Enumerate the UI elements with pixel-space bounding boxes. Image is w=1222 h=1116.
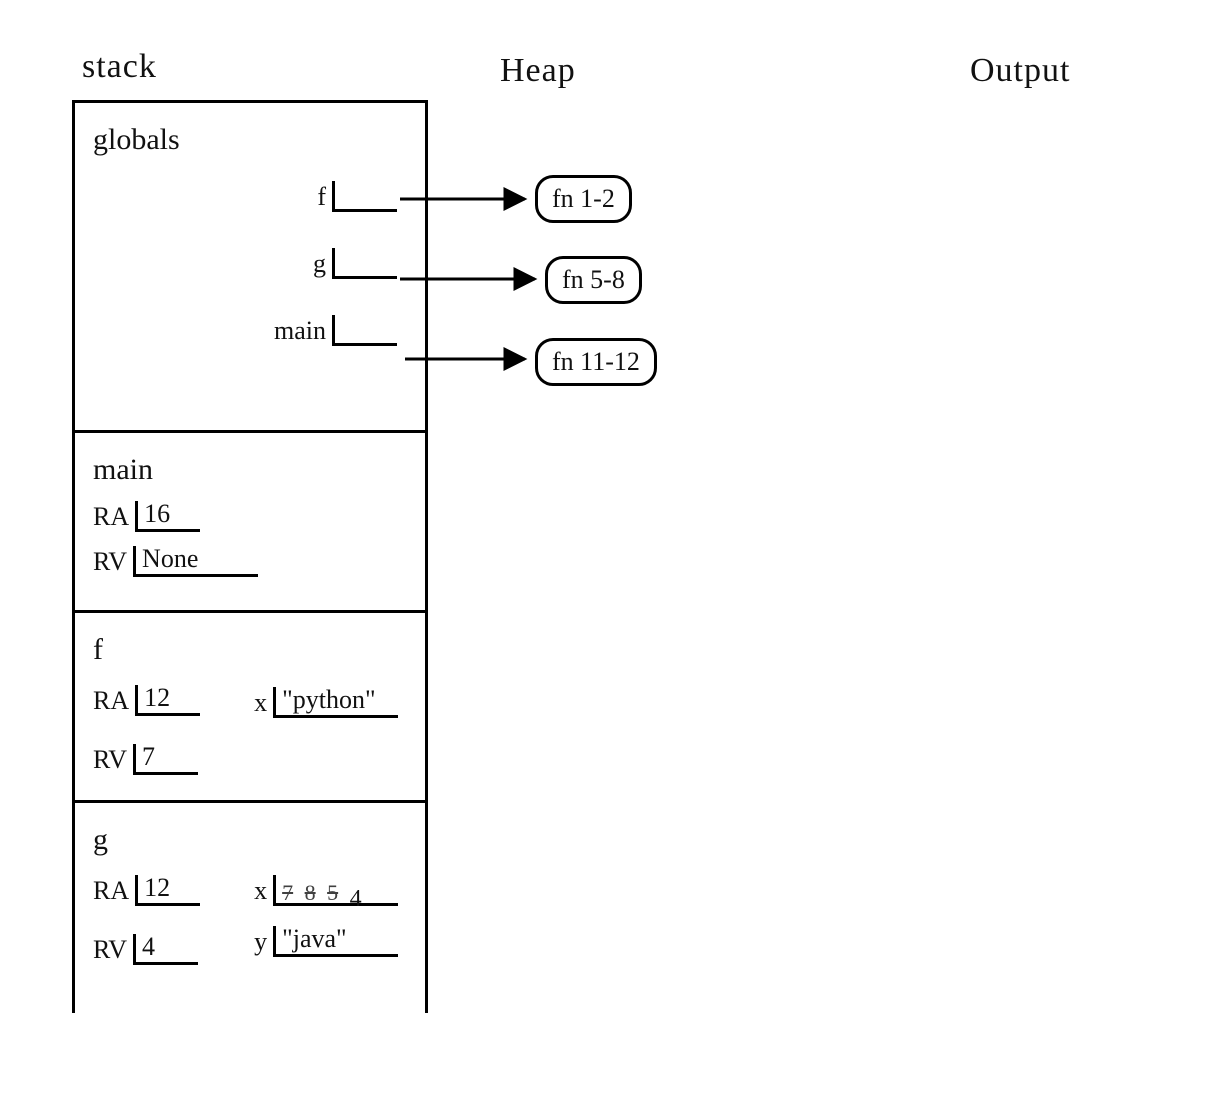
- frame-title: globals: [93, 123, 411, 157]
- g-rv: RV 4: [93, 934, 198, 965]
- frame-title: main: [93, 453, 411, 487]
- heap-fn-g: fn 5-8: [545, 256, 642, 304]
- global-var-g: g: [313, 248, 397, 279]
- f-local-x: x "python": [254, 687, 398, 718]
- g-local-x: x 7 8 5 4: [254, 875, 398, 906]
- frame-f: f RA 12 RV 7 x "python": [75, 613, 425, 803]
- stack-column: globals f g main main RA 16 RV None f: [72, 100, 428, 1013]
- f-rv: RV 7: [93, 744, 198, 775]
- global-var-f: f: [317, 181, 397, 212]
- output-header: Output: [970, 52, 1070, 90]
- main-rv: RV None: [93, 546, 258, 577]
- heap-header: Heap: [500, 52, 576, 90]
- main-ra: RA 16: [93, 501, 200, 532]
- frame-g: g RA 12 RV 4 x 7: [75, 803, 425, 1013]
- global-var-main: main: [274, 315, 397, 346]
- stack-header: stack: [82, 48, 157, 86]
- heap-fn-f: fn 1-2: [535, 175, 632, 223]
- g-local-y: y "java": [254, 926, 398, 957]
- frame-main: main RA 16 RV None: [75, 433, 425, 613]
- frame-globals: globals f g main: [75, 103, 425, 433]
- frame-title: f: [93, 633, 411, 667]
- heap-fn-main: fn 11-12: [535, 338, 657, 386]
- frame-title: g: [93, 823, 411, 857]
- g-ra: RA 12: [93, 875, 200, 906]
- memory-diagram: stack Heap Output globals f g main main …: [0, 0, 1222, 1116]
- f-ra: RA 12: [93, 685, 200, 716]
